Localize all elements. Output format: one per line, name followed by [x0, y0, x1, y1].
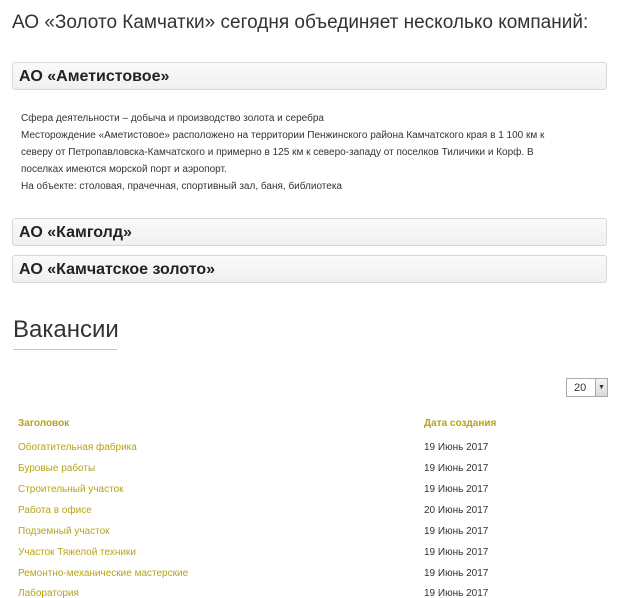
vacancy-date: 19 Июнь 2017: [424, 588, 489, 598]
company-description-line: северу от Петропавловска-Камчатского и п…: [21, 147, 534, 158]
company-description-line: поселках имеются морской порт и аэропорт…: [21, 164, 227, 175]
accordion-header-label: АО «Камголд»: [19, 224, 132, 241]
vacancies-title: Вакансии: [13, 316, 119, 350]
accordion-header-kamchatskoe-zoloto[interactable]: АО «Камчатское золото»: [12, 255, 607, 283]
table-row: Буровые работы 19 Июнь 2017: [0, 463, 628, 484]
table-row: Подземный участок 19 Июнь 2017: [0, 526, 628, 547]
column-header-title[interactable]: Заголовок: [18, 418, 69, 429]
chevron-down-icon[interactable]: ▼: [595, 379, 607, 396]
vacancy-date: 19 Июнь 2017: [424, 463, 489, 474]
vacancy-link[interactable]: Строительный участок: [18, 484, 124, 495]
vacancy-date: 19 Июнь 2017: [424, 568, 489, 579]
accordion-header-label: АО «Камчатское золото»: [19, 261, 216, 278]
vacancy-link[interactable]: Участок Тяжелой техники: [18, 547, 136, 558]
vacancy-link[interactable]: Буровые работы: [18, 463, 95, 474]
vacancy-date: 19 Июнь 2017: [424, 547, 489, 558]
table-row: Строительный участок 19 Июнь 2017: [0, 484, 628, 505]
vacancy-link[interactable]: Обогатительная фабрика: [18, 442, 137, 453]
accordion-header-kamgold[interactable]: АО «Камголд»: [12, 218, 607, 246]
table-row: Обогатительная фабрика 19 Июнь 2017: [0, 442, 628, 463]
company-description-line: Месторождение «Аметистовое» расположено …: [21, 130, 545, 141]
page: АО «Золото Камчатки» сегодня объединяет …: [0, 0, 628, 598]
accordion-header-ametistovoe[interactable]: АО «Аметистовое»: [12, 62, 607, 90]
company-description-line: Сфера деятельности – добыча и производст…: [21, 113, 324, 124]
per-page-select[interactable]: 20 ▼: [566, 378, 608, 397]
vacancy-link[interactable]: Работа в офисе: [18, 505, 92, 516]
vacancy-link[interactable]: Подземный участок: [18, 526, 110, 537]
vacancy-date: 19 Июнь 2017: [424, 442, 489, 453]
vacancy-date: 19 Июнь 2017: [424, 484, 489, 495]
table-row: Лаборатория 19 Июнь 2017: [0, 588, 628, 598]
intro-heading: АО «Золото Камчатки» сегодня объединяет …: [12, 12, 589, 33]
column-header-created[interactable]: Дата создания: [424, 418, 496, 429]
table-row: Работа в офисе 20 Июнь 2017: [0, 505, 628, 526]
accordion-header-label: АО «Аметистовое»: [19, 68, 170, 85]
vacancy-link[interactable]: Ремонтно-механические мастерские: [18, 568, 188, 579]
company-description-line: На объекте: столовая, прачечная, спортив…: [21, 181, 342, 192]
vacancy-date: 19 Июнь 2017: [424, 526, 489, 537]
table-row: Участок Тяжелой техники 19 Июнь 2017: [0, 547, 628, 568]
vacancy-date: 20 Июнь 2017: [424, 505, 489, 516]
accordion-body-ametistovoe: Сфера деятельности – добыча и производст…: [21, 110, 591, 195]
per-page-value: 20: [574, 382, 587, 394]
table-row: Ремонтно-механические мастерские 19 Июнь…: [0, 568, 628, 589]
vacancy-link[interactable]: Лаборатория: [18, 588, 79, 598]
